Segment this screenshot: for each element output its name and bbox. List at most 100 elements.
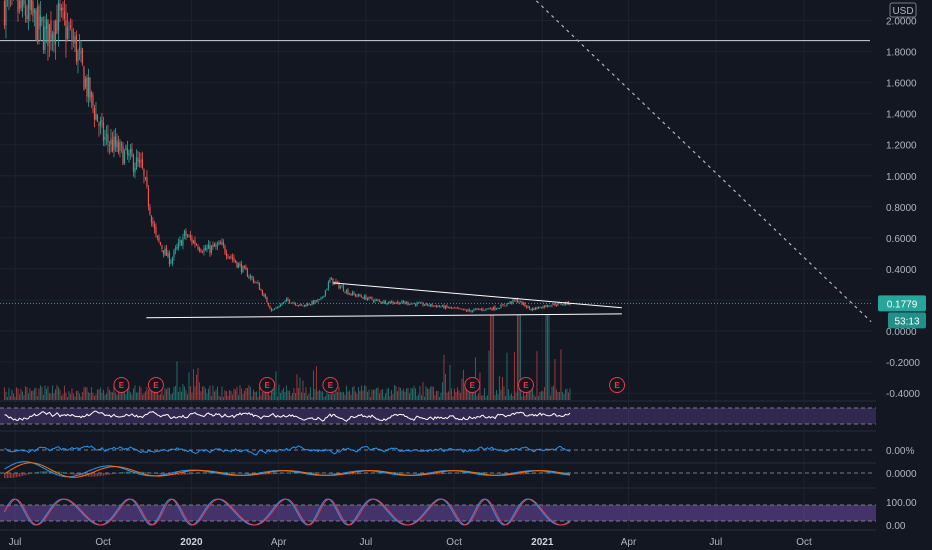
candle-body (509, 301, 511, 304)
candle-body (491, 308, 493, 310)
time-tick-label: Oct (446, 537, 462, 548)
volume-bar (345, 385, 347, 400)
volume-bar (137, 392, 139, 400)
macd-histogram-bar (74, 473, 76, 475)
candle-body (450, 306, 453, 308)
macd-histogram-bar (67, 472, 68, 474)
candle-body (288, 299, 291, 303)
volume-bar (549, 395, 551, 400)
candle-body (144, 177, 147, 179)
macd-histogram-bar (202, 472, 203, 474)
candle-body (383, 300, 385, 304)
volume-bar (221, 386, 223, 400)
candle-body (198, 248, 201, 251)
macd-histogram-bar (130, 471, 131, 474)
candle-body (501, 304, 504, 306)
volume-bar (396, 391, 398, 400)
candle-body (138, 160, 141, 163)
volume-bar (546, 315, 548, 400)
candle-body (77, 50, 79, 62)
macd-histogram-bar (158, 473, 160, 475)
volume-bar (510, 393, 512, 400)
volume-bar (84, 387, 86, 400)
candle-body (141, 159, 144, 168)
macd-histogram-bar (463, 472, 464, 474)
macd-histogram-bar (355, 473, 356, 475)
candle-body (167, 252, 169, 257)
candle-body (440, 306, 442, 308)
volume-bar (293, 388, 295, 400)
macd-histogram-bar (446, 473, 448, 474)
candle-body (113, 136, 115, 151)
macd-histogram-bar (320, 472, 322, 474)
candle-body (231, 256, 234, 259)
volume-bar (192, 369, 194, 400)
volume-bar (165, 389, 167, 400)
volume-bar (557, 392, 559, 400)
volume-bar (492, 315, 494, 400)
candle-body (254, 281, 256, 283)
candle-body (324, 290, 327, 296)
candle-body (128, 152, 130, 157)
volume-bar (509, 395, 511, 400)
macd-histogram-bar (454, 472, 455, 474)
macd-histogram-bar (122, 472, 124, 474)
candle-body (362, 297, 364, 299)
macd-histogram-bar (323, 472, 325, 474)
trading-chart[interactable]: E E E E E E E USD2.0000 1.8000 1.6000 1.4000 1.2000… (0, 0, 932, 550)
macd-histogram-bar (410, 473, 412, 474)
candle-body (80, 51, 82, 54)
volume-bar (380, 389, 382, 400)
macd-histogram-bar (529, 473, 530, 475)
volume-bar (431, 385, 433, 400)
candle-body (459, 308, 462, 310)
macd-histogram-bar (401, 472, 403, 474)
macd-histogram-bar (368, 472, 370, 474)
volume-bar (206, 393, 208, 400)
volume-bar (144, 391, 146, 400)
macd-histogram-bar (407, 472, 409, 474)
candle-body (36, 6, 39, 43)
candle-body (554, 303, 556, 306)
volume-bar (218, 395, 220, 400)
volume-bar (339, 392, 341, 400)
candle-body (519, 301, 522, 302)
macd-histogram-bar (274, 473, 275, 475)
volume-bar (87, 392, 89, 400)
macd-histogram-bar (290, 472, 292, 474)
candle-body (245, 267, 247, 271)
macd-histogram-bar (181, 473, 182, 475)
candle-body (261, 290, 264, 296)
macd-histogram-bar (26, 473, 28, 475)
candle-body (119, 142, 121, 151)
candle-body (507, 303, 510, 305)
macd-histogram-bar (41, 471, 43, 474)
volume-bar (204, 388, 206, 400)
volume-bar (363, 385, 365, 400)
macd-histogram-bar (205, 472, 206, 474)
macd-histogram-bar (73, 473, 74, 475)
volume-bar (275, 371, 277, 400)
macd-histogram-bar (152, 472, 154, 474)
candle-body (179, 239, 181, 243)
candle-body (32, 0, 34, 16)
volume-bar (227, 395, 229, 400)
candle-body (29, 0, 31, 10)
earnings-marker-label: E (119, 381, 125, 390)
volume-bar (407, 387, 409, 400)
volume-bar (507, 389, 509, 400)
candle-body (201, 252, 204, 253)
volume-bar (338, 386, 340, 400)
candle-body (420, 302, 423, 304)
volume-bar (443, 354, 445, 400)
candle-body (146, 177, 148, 187)
volume-bar (500, 389, 502, 400)
earnings-marker-label: E (523, 381, 529, 390)
macd-histogram-bar (494, 472, 496, 474)
volume-bar (389, 396, 391, 400)
macd-histogram-bar (19, 473, 20, 477)
macd-histogram-bar (280, 473, 281, 474)
volume-bar (416, 396, 418, 400)
candle-body (51, 34, 54, 42)
candle-body (302, 305, 304, 307)
